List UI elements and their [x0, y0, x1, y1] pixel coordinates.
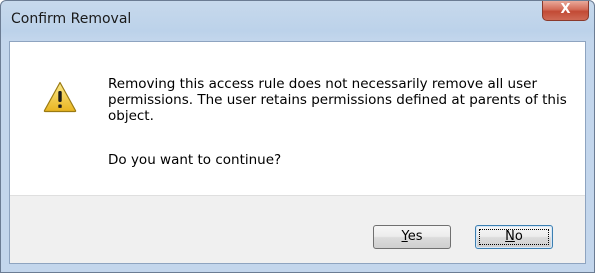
- yes-label-rest: es: [407, 229, 423, 244]
- button-bar: Yes No: [10, 195, 585, 263]
- dialog-question: Do you want to continue?: [108, 152, 282, 168]
- close-icon: X: [560, 2, 571, 17]
- dialog-client-area: Removing this access rule does not neces…: [9, 41, 586, 264]
- message-area: Removing this access rule does not neces…: [10, 42, 585, 195]
- dialog-message: Removing this access rule does not neces…: [108, 76, 567, 124]
- no-button[interactable]: No: [475, 225, 553, 249]
- dialog-window: Confirm Removal X Removing this access r…: [0, 0, 595, 273]
- warning-icon: [43, 81, 77, 113]
- window-title: Confirm Removal: [11, 11, 132, 27]
- title-bar[interactable]: Confirm Removal X: [1, 1, 594, 41]
- close-button[interactable]: X: [542, 1, 589, 21]
- focus-rectangle: [479, 229, 549, 245]
- yes-button[interactable]: Yes: [373, 225, 451, 249]
